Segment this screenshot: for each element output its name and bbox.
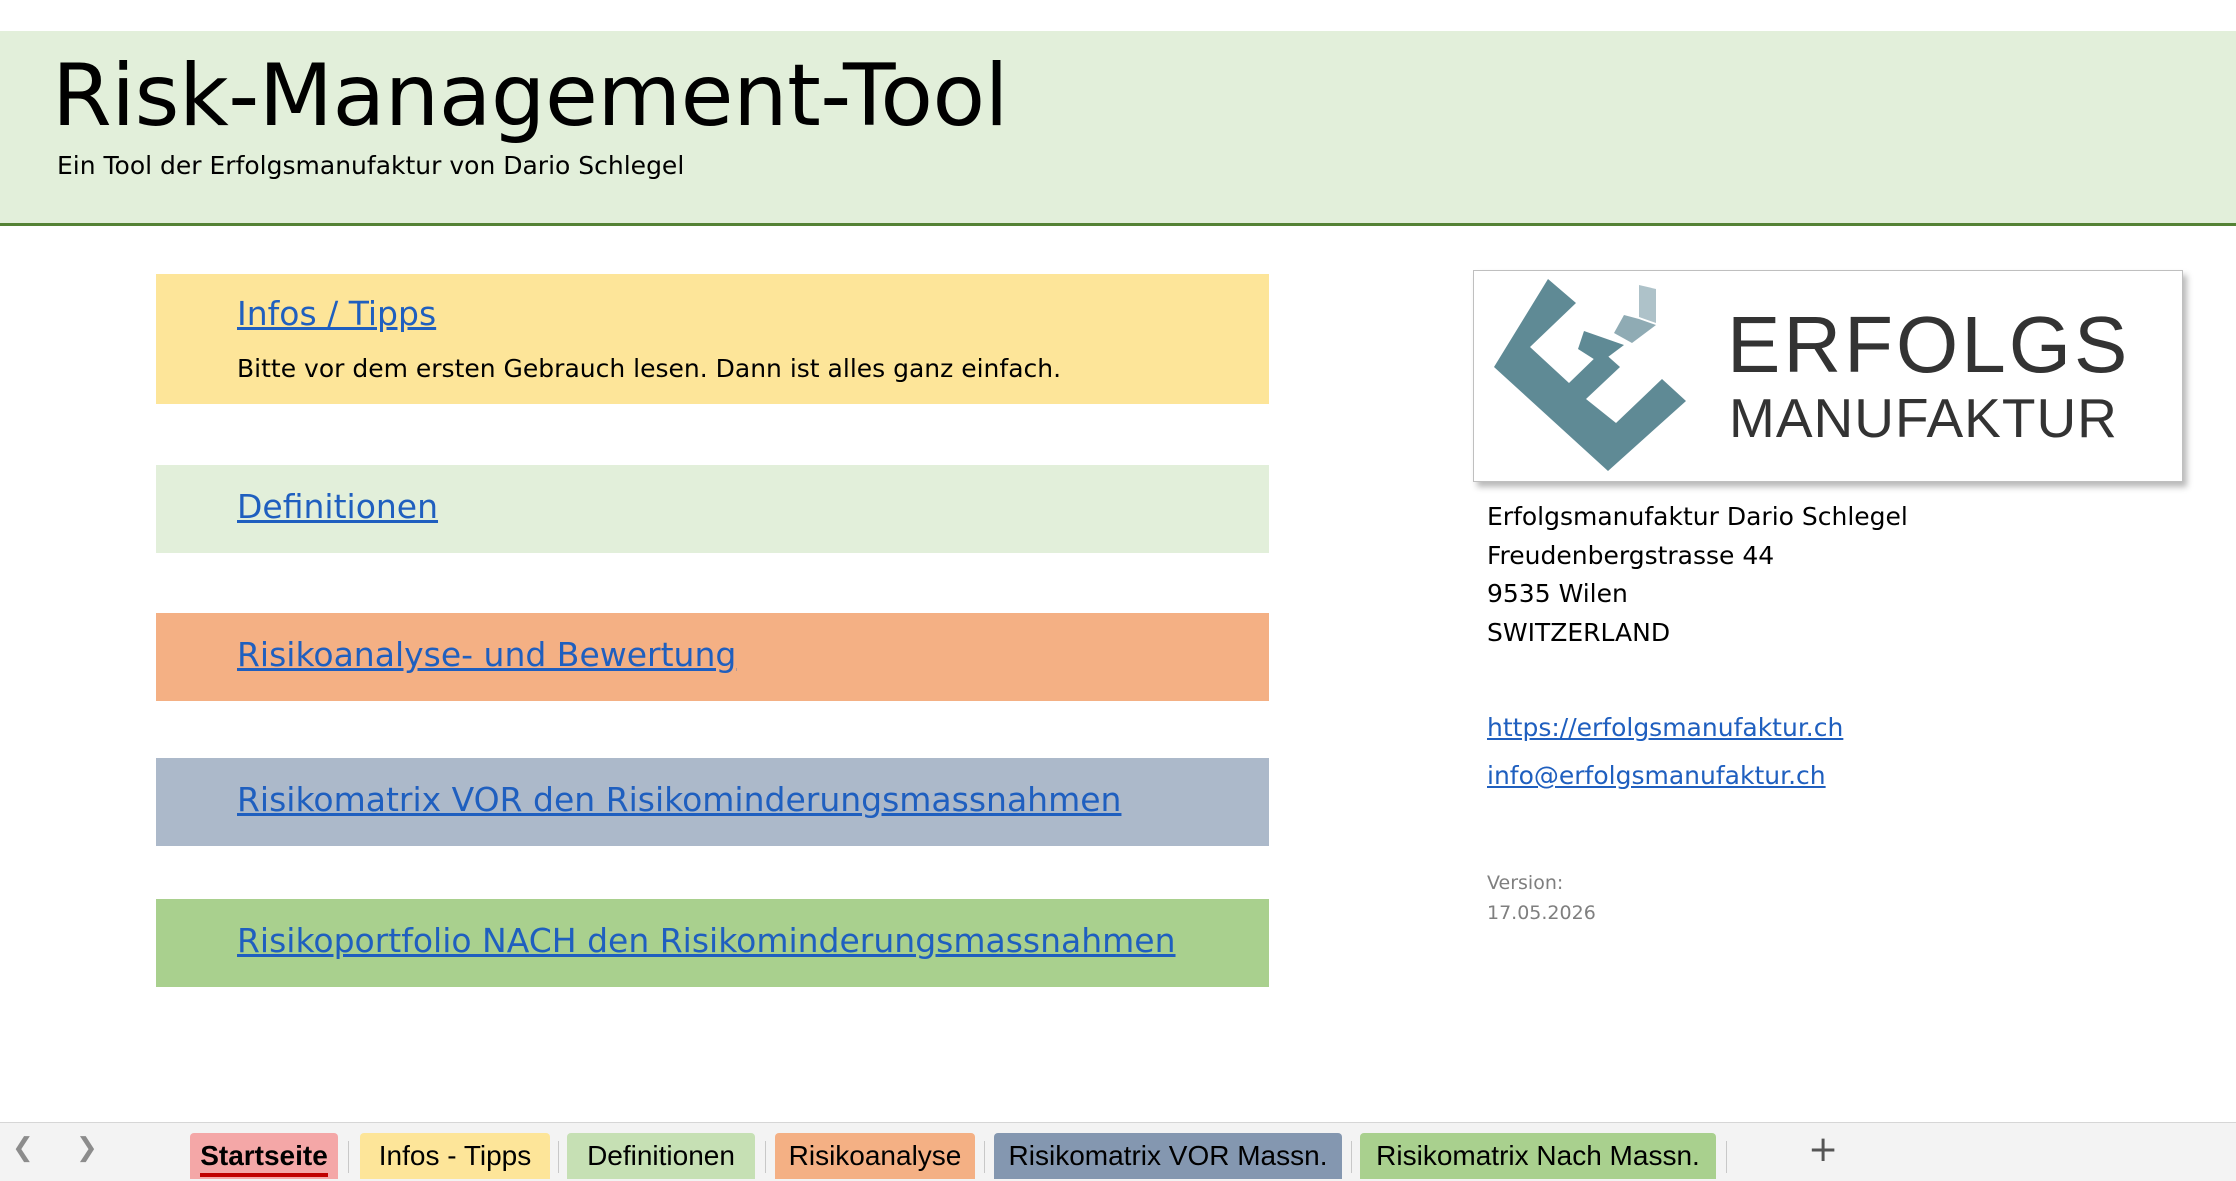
tab-startseite[interactable]: Startseite bbox=[190, 1133, 338, 1179]
address-street: Freudenbergstrasse 44 bbox=[1487, 540, 1775, 570]
tab-separator bbox=[765, 1141, 766, 1173]
company-name: Erfolgsmanufaktur Dario Schlegel bbox=[1487, 502, 1908, 531]
tab-definitionen[interactable]: Definitionen bbox=[567, 1133, 755, 1179]
logo-text-erfolgs: ERFOLGS bbox=[1727, 300, 2131, 389]
tab-separator bbox=[558, 1141, 559, 1173]
tab-label: Startseite bbox=[200, 1140, 328, 1177]
tab-label: Risikomatrix Nach Massn. bbox=[1376, 1140, 1700, 1171]
tab-separator bbox=[1351, 1141, 1352, 1173]
tab-risikoanalyse[interactable]: Risikoanalyse bbox=[775, 1133, 975, 1179]
page-subtitle: Ein Tool der Erfolgsmanufaktur von Dario… bbox=[57, 151, 685, 180]
page-title: Risk-Management-Tool bbox=[52, 46, 1009, 146]
version-label: Version: bbox=[1487, 872, 1564, 894]
risikoanalyse-link[interactable]: Risikoanalyse- und Bewertung bbox=[237, 635, 736, 674]
definitionen-link[interactable]: Definitionen bbox=[237, 487, 438, 526]
address-country: SWITZERLAND bbox=[1487, 617, 1671, 647]
tab-label: Risikoanalyse bbox=[788, 1140, 962, 1171]
scroll-right-icon[interactable]: ❯ bbox=[76, 1133, 98, 1163]
risikomatrix-vor-link[interactable]: Risikomatrix VOR den Risikominderungsmas… bbox=[237, 780, 1121, 819]
tab-separator bbox=[1726, 1141, 1727, 1173]
company-logo: ERFOLGS MANUFAKTUR bbox=[1473, 270, 2183, 482]
risikomatrix-vor-panel: Risikomatrix VOR den Risikominderungsmas… bbox=[156, 758, 1269, 846]
risikoportfolio-nach-link[interactable]: Risikoportfolio NACH den Risikominderung… bbox=[237, 921, 1176, 960]
tab-infos-tipps[interactable]: Infos - Tipps bbox=[360, 1133, 550, 1179]
infos-panel: Infos / Tipps Bitte vor dem ersten Gebra… bbox=[156, 274, 1269, 404]
add-sheet-icon[interactable]: + bbox=[1808, 1129, 1838, 1170]
email-link[interactable]: info@erfolgsmanufaktur.ch bbox=[1487, 761, 1826, 790]
tab-risikomatrix-nach[interactable]: Risikomatrix Nach Massn. bbox=[1360, 1133, 1716, 1179]
scroll-left-icon[interactable]: ❮ bbox=[12, 1133, 34, 1163]
risikoportfolio-nach-panel: Risikoportfolio NACH den Risikominderung… bbox=[156, 899, 1269, 987]
logo-text-manufaktur: MANUFAKTUR bbox=[1729, 387, 2118, 449]
tab-risikomatrix-vor[interactable]: Risikomatrix VOR Massn. bbox=[994, 1133, 1342, 1179]
tab-separator bbox=[984, 1141, 985, 1173]
sheet-tab-bar: ❮ ❯ Startseite Infos - Tipps Definitione… bbox=[0, 1122, 2236, 1181]
tab-label: Definitionen bbox=[587, 1140, 735, 1171]
version-date: 17.05.2026 bbox=[1487, 902, 1596, 924]
definitionen-panel: Definitionen bbox=[156, 465, 1269, 553]
risikoanalyse-panel: Risikoanalyse- und Bewertung bbox=[156, 613, 1269, 701]
website-link[interactable]: https://erfolgsmanufaktur.ch bbox=[1487, 713, 1843, 742]
address-city: 9535 Wilen bbox=[1487, 579, 1628, 608]
erfolgs-logo-mark-icon bbox=[1494, 279, 1686, 471]
tab-label: Risikomatrix VOR Massn. bbox=[1008, 1140, 1328, 1171]
infos-description: Bitte vor dem ersten Gebrauch lesen. Dan… bbox=[237, 354, 1062, 383]
tab-label: Infos - Tipps bbox=[378, 1140, 532, 1171]
contact-address: Erfolgsmanufaktur Dario Schlegel Freuden… bbox=[1487, 498, 1908, 652]
tab-separator bbox=[348, 1141, 349, 1173]
header-banner: Risk-Management-Tool Ein Tool der Erfolg… bbox=[0, 31, 2236, 226]
infos-tipps-link[interactable]: Infos / Tipps bbox=[237, 294, 436, 333]
